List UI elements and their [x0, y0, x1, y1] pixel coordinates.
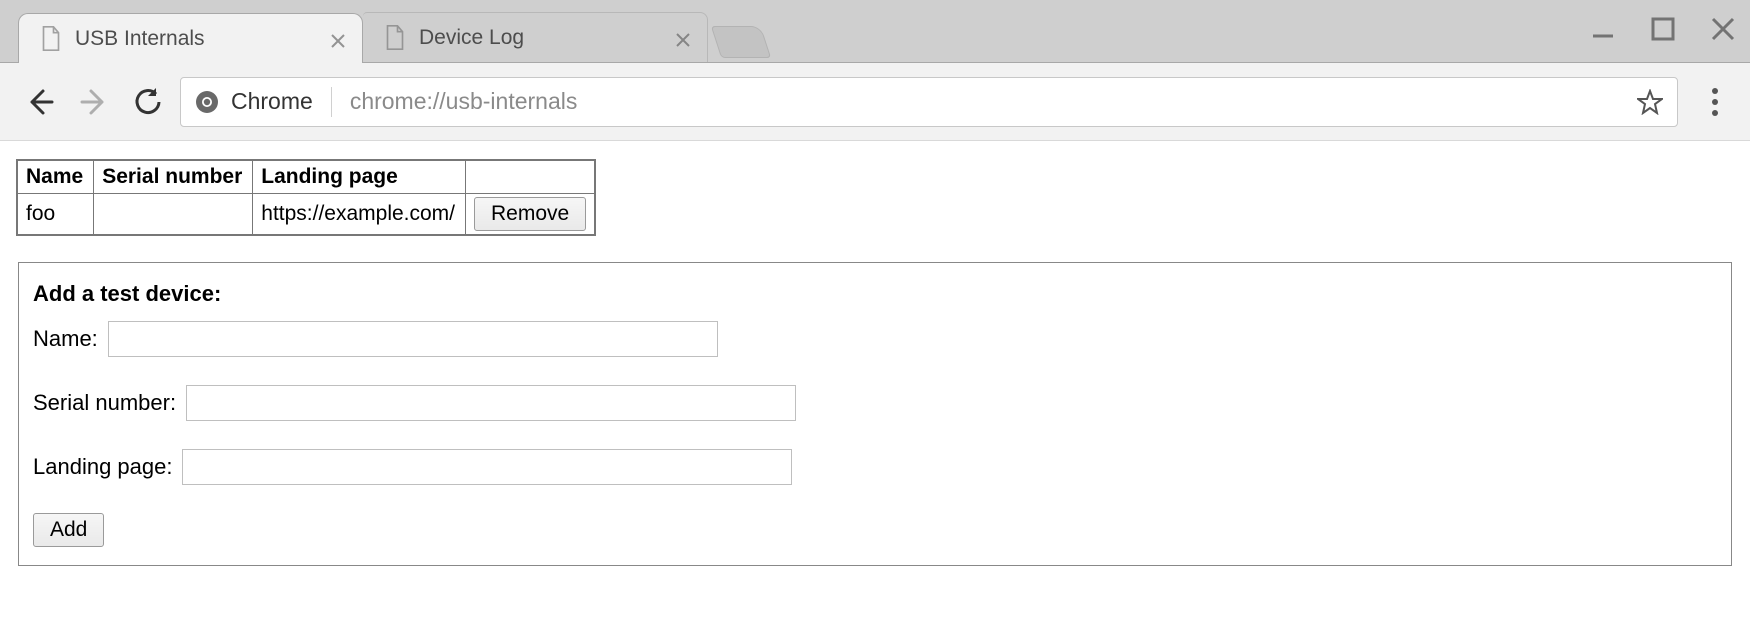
- landing-input[interactable]: [182, 449, 792, 485]
- chrome-origin-icon: [195, 90, 219, 114]
- add-device-fieldset: Add a test device: Name: Serial number: …: [18, 262, 1732, 566]
- tab-strip: USB Internals Device Log: [0, 0, 1750, 63]
- page-content: Name Serial number Landing page foo http…: [0, 141, 1750, 584]
- add-button[interactable]: Add: [33, 513, 104, 547]
- cell-actions: Remove: [466, 194, 596, 236]
- omnibox[interactable]: Chrome chrome://usb-internals: [180, 77, 1678, 127]
- cell-name: foo: [17, 194, 94, 236]
- serial-input[interactable]: [186, 385, 796, 421]
- bookmark-star-icon[interactable]: [1637, 89, 1663, 115]
- col-serial: Serial number: [94, 160, 253, 194]
- new-tab-button[interactable]: [711, 26, 771, 58]
- close-window-icon[interactable]: [1710, 16, 1736, 48]
- close-tab-icon[interactable]: [330, 31, 346, 47]
- browser-chrome: USB Internals Device Log: [0, 0, 1750, 141]
- remove-button[interactable]: Remove: [474, 197, 586, 231]
- forward-button[interactable]: [72, 80, 116, 124]
- cell-landing: https://example.com/: [253, 194, 466, 236]
- page-icon: [41, 26, 61, 52]
- name-input[interactable]: [108, 321, 718, 357]
- cell-serial: [94, 194, 253, 236]
- omnibox-url: chrome://usb-internals: [350, 88, 1625, 115]
- omnibox-separator: [331, 87, 332, 117]
- devices-table: Name Serial number Landing page foo http…: [16, 159, 596, 236]
- reload-button[interactable]: [126, 80, 170, 124]
- omnibox-origin-label: Chrome: [231, 88, 313, 115]
- col-name: Name: [17, 160, 94, 194]
- landing-label: Landing page:: [33, 454, 172, 480]
- serial-label: Serial number:: [33, 390, 176, 416]
- window-controls: [1590, 0, 1736, 63]
- browser-toolbar: Chrome chrome://usb-internals: [0, 63, 1750, 141]
- add-device-legend: Add a test device:: [33, 281, 1717, 307]
- col-actions: [466, 160, 596, 194]
- tab-title: Device Log: [419, 26, 663, 50]
- minimize-icon[interactable]: [1590, 16, 1616, 48]
- browser-menu-button[interactable]: [1698, 88, 1732, 116]
- page-icon: [385, 25, 405, 51]
- close-tab-icon[interactable]: [675, 30, 691, 46]
- browser-tab-inactive[interactable]: Device Log: [363, 12, 708, 62]
- table-row: foo https://example.com/ Remove: [17, 194, 595, 236]
- tab-title: USB Internals: [75, 27, 318, 51]
- browser-tab-active[interactable]: USB Internals: [18, 13, 363, 63]
- name-label: Name:: [33, 326, 98, 352]
- back-button[interactable]: [18, 80, 62, 124]
- col-landing: Landing page: [253, 160, 466, 194]
- table-header-row: Name Serial number Landing page: [17, 160, 595, 194]
- maximize-icon[interactable]: [1650, 16, 1676, 48]
